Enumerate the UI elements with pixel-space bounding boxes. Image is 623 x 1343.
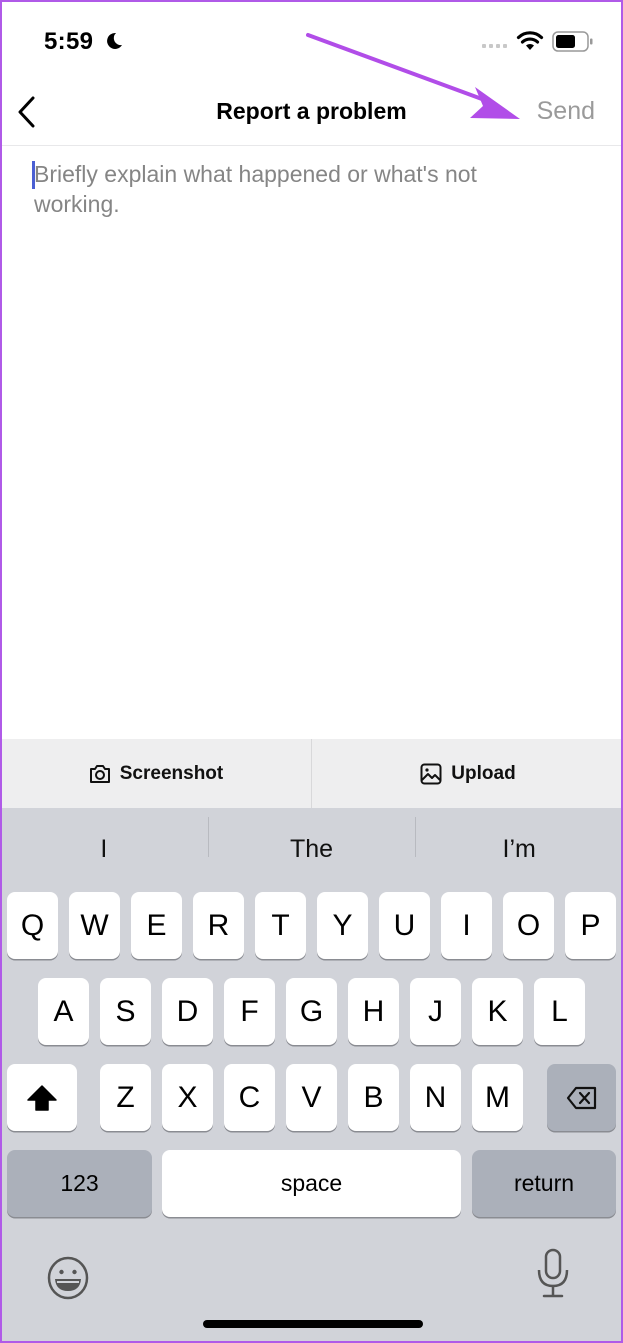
status-time: 5:59	[44, 28, 94, 55]
send-button[interactable]: Send	[537, 97, 595, 126]
shift-key[interactable]	[7, 1064, 77, 1131]
key-x[interactable]: X	[162, 1064, 213, 1131]
key-w[interactable]: W	[69, 892, 120, 959]
key-k[interactable]: K	[472, 978, 523, 1045]
home-indicator[interactable]	[203, 1320, 423, 1328]
shift-icon	[27, 1084, 57, 1111]
annotation-arrow	[306, 33, 520, 119]
key-r[interactable]: R	[193, 892, 244, 959]
key-o[interactable]: O	[503, 892, 554, 959]
key-p[interactable]: P	[565, 892, 616, 959]
upload-label: Upload	[451, 762, 516, 784]
emoji-icon[interactable]	[46, 1256, 90, 1300]
key-a[interactable]: A	[38, 978, 89, 1045]
key-v[interactable]: V	[286, 1064, 337, 1131]
key-e[interactable]: E	[131, 892, 182, 959]
description-placeholder: Briefly explain what happened or what's …	[34, 161, 477, 217]
key-l[interactable]: L	[534, 978, 585, 1045]
key-u[interactable]: U	[379, 892, 430, 959]
suggestion-item[interactable]: I’m	[415, 816, 623, 864]
key-g[interactable]: G	[286, 978, 337, 1045]
key-h[interactable]: H	[348, 978, 399, 1045]
key-y[interactable]: Y	[317, 892, 368, 959]
key-m[interactable]: M	[472, 1064, 523, 1131]
numbers-key[interactable]: 123	[7, 1150, 152, 1217]
predictive-bar: I The I’m	[0, 808, 623, 890]
microphone-icon[interactable]	[536, 1248, 570, 1300]
camera-icon	[89, 764, 110, 783]
suggestion-item[interactable]: The	[207, 816, 416, 864]
key-t[interactable]: T	[255, 892, 306, 959]
attachment-toolbar: Screenshot Upload	[0, 739, 623, 808]
key-d[interactable]: D	[162, 978, 213, 1045]
screenshot-label: Screenshot	[119, 762, 224, 784]
key-n[interactable]: N	[410, 1064, 461, 1131]
key-c[interactable]: C	[224, 1064, 275, 1131]
image-icon	[420, 763, 442, 784]
key-b[interactable]: B	[348, 1064, 399, 1131]
upload-button[interactable]: Upload	[311, 739, 623, 808]
key-s[interactable]: S	[100, 978, 151, 1045]
delete-key[interactable]	[547, 1064, 616, 1131]
battery-icon	[552, 31, 593, 52]
moon-icon	[107, 32, 122, 49]
screenshot-button[interactable]: Screenshot	[0, 739, 311, 808]
backspace-icon	[566, 1086, 596, 1109]
key-z[interactable]: Z	[100, 1064, 151, 1131]
problem-description-input[interactable]: Briefly explain what happened or what's …	[0, 147, 623, 739]
keyboard: I The I’m Q W E R T Y U I O P A S D F G …	[0, 808, 623, 1343]
key-f[interactable]: F	[224, 978, 275, 1045]
key-q[interactable]: Q	[7, 892, 58, 959]
key-i[interactable]: I	[441, 892, 492, 959]
space-key[interactable]: space	[162, 1150, 461, 1217]
key-j[interactable]: J	[410, 978, 461, 1045]
suggestion-item[interactable]: I	[0, 835, 208, 864]
return-key[interactable]: return	[472, 1150, 616, 1217]
